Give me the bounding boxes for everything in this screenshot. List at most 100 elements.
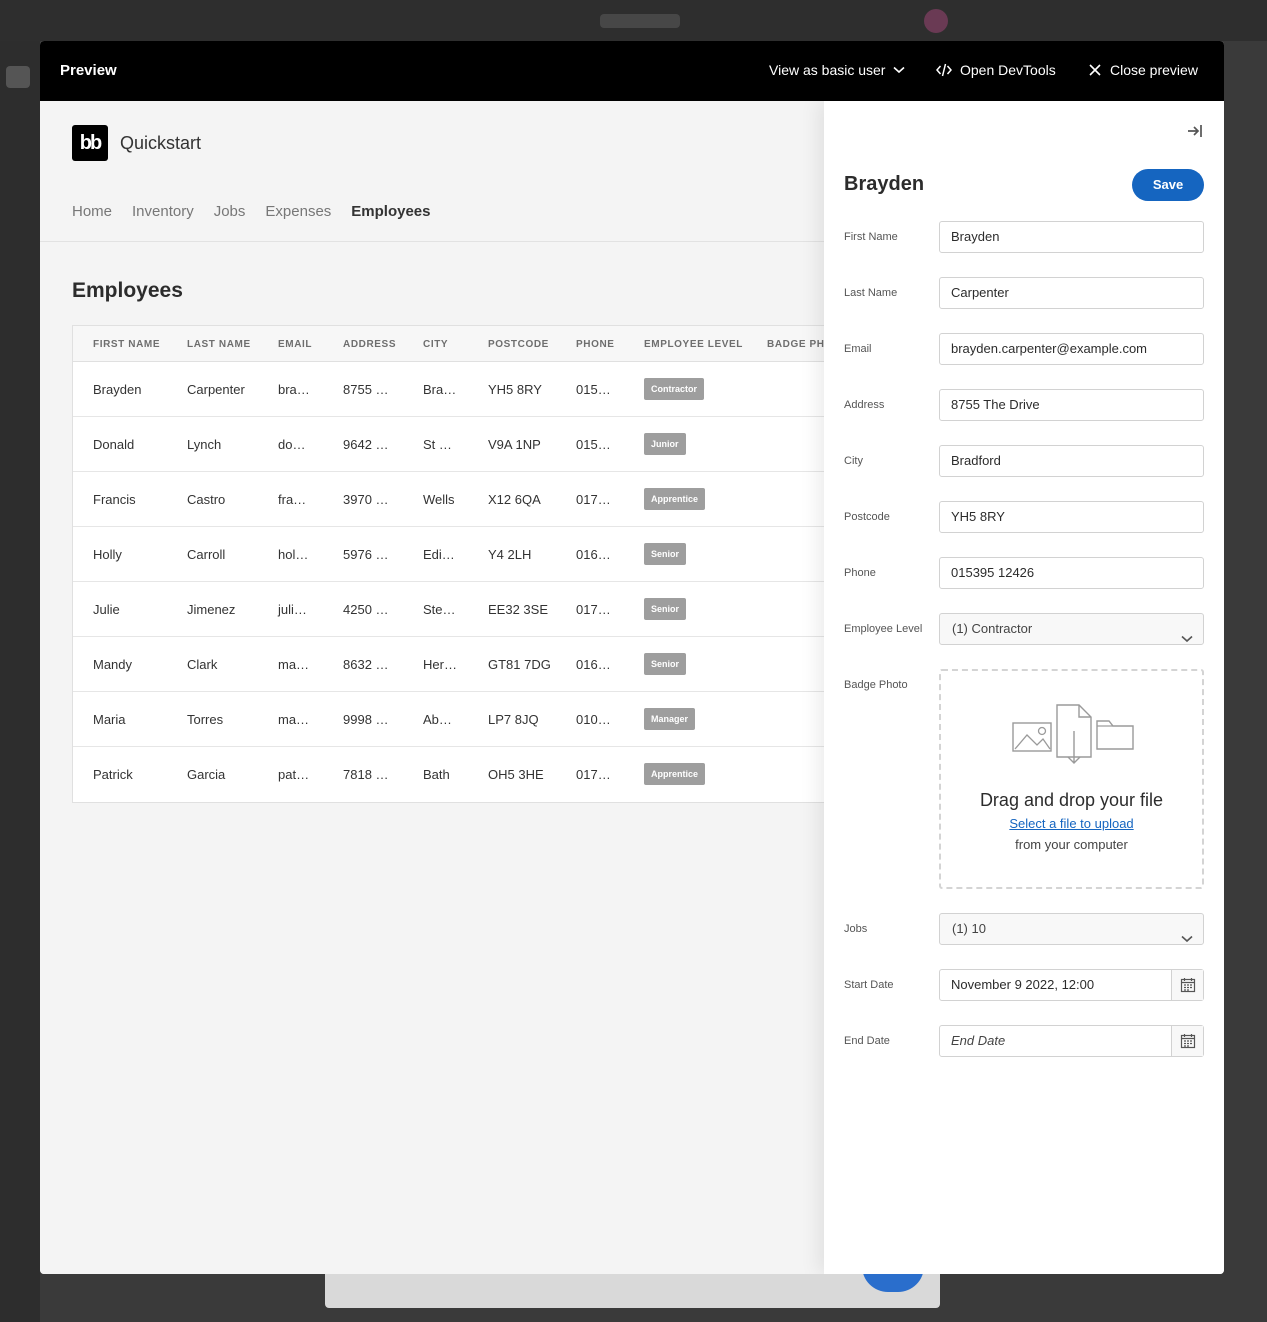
nav-item-jobs[interactable]: Jobs: [214, 203, 246, 220]
app-nav: Home Inventory Jobs Expenses Employees: [72, 203, 431, 220]
nav-item-inventory[interactable]: Inventory: [132, 203, 194, 220]
cell-city: Wells: [423, 492, 455, 507]
cell-first-name: Holly: [93, 547, 122, 562]
email-label: Email: [844, 343, 872, 355]
cell-last-name: Clark: [187, 657, 218, 672]
calendar-icon[interactable]: [1171, 1026, 1203, 1056]
postcode-label: Postcode: [844, 511, 890, 523]
level-badge: Apprentice: [644, 488, 706, 510]
city-field[interactable]: Bradford: [939, 445, 1204, 477]
first-name-field[interactable]: Brayden: [939, 221, 1204, 253]
start-date-input[interactable]: November 9 2022, 12:00: [951, 970, 1094, 1000]
builder-bottom-panel: [325, 1270, 940, 1308]
column-header-postcode[interactable]: POSTCODE: [488, 339, 549, 350]
level-badge: Manager: [644, 708, 696, 730]
cell-email: do…: [278, 437, 306, 452]
cell-postcode: OH5 3HE: [488, 767, 544, 782]
table-row[interactable]: Donald Lynch do… 9642 … St … V9A 1NP 015…: [73, 417, 824, 472]
app-area: bb Quickstart Home Inventory Jobs Expens…: [40, 101, 832, 1274]
cell-first-name: Brayden: [93, 382, 142, 397]
builder-side-icon: [6, 66, 30, 88]
dropzone-title: Drag and drop your file: [979, 790, 1164, 810]
cell-first-name: Patrick: [93, 767, 133, 782]
view-as-dropdown[interactable]: View as basic user: [769, 62, 906, 78]
end-date-field: End Date: [939, 1025, 1204, 1057]
cell-address: 9998 …: [343, 712, 389, 727]
cell-last-name: Carpenter: [187, 382, 245, 397]
column-header-last-name[interactable]: LAST NAME: [187, 339, 251, 350]
phone-label: Phone: [844, 567, 876, 579]
table-row[interactable]: Holly Carroll hol… 5976 … Edi… Y4 2LH 01…: [73, 527, 824, 582]
table-row[interactable]: Patrick Garcia pat… 7818 … Bath OH5 3HE …: [73, 747, 824, 802]
close-preview-button[interactable]: Close preview: [1088, 62, 1198, 78]
phone-field[interactable]: 015395 12426: [939, 557, 1204, 589]
app-name[interactable]: Quickstart: [120, 133, 201, 154]
cell-address: 9642 …: [343, 437, 389, 452]
level-badge: Contractor: [644, 378, 705, 400]
builder-sidebar: [0, 41, 40, 1322]
cell-last-name: Jimenez: [187, 602, 236, 617]
select-file-link[interactable]: Select a file to upload: [941, 816, 1202, 831]
column-header-address[interactable]: ADDRESS: [343, 339, 396, 350]
level-badge: Senior: [644, 653, 687, 675]
end-date-input[interactable]: End Date: [951, 1026, 1005, 1056]
cell-address: 4250 …: [343, 602, 389, 617]
last-name-field[interactable]: Carpenter: [939, 277, 1204, 309]
cell-postcode: Y4 2LH: [488, 547, 532, 562]
column-header-phone[interactable]: PHONE: [576, 339, 615, 350]
cell-postcode: V9A 1NP: [488, 437, 541, 452]
nav-item-employees[interactable]: Employees: [351, 203, 430, 220]
table-row[interactable]: Brayden Carpenter bra… 8755 … Bra… YH5 8…: [73, 362, 824, 417]
cell-city: Ste…: [423, 602, 456, 617]
cell-last-name: Garcia: [187, 767, 226, 782]
close-preview-label: Close preview: [1110, 62, 1198, 78]
cell-last-name: Torres: [187, 712, 224, 727]
cell-last-name: Castro: [187, 492, 226, 507]
table-row[interactable]: Julie Jimenez juli… 4250 … Ste… EE32 3SE…: [73, 582, 824, 637]
column-header-email[interactable]: EMAIL: [278, 339, 312, 350]
cell-first-name: Francis: [93, 492, 136, 507]
jobs-label: Jobs: [844, 923, 868, 935]
column-header-employee-level[interactable]: EMPLOYEE LEVEL: [644, 339, 743, 350]
builder-title-blur: [600, 14, 680, 28]
nav-item-home[interactable]: Home: [72, 203, 112, 220]
preview-title: Preview: [60, 62, 117, 79]
table-row[interactable]: Maria Torres ma… 9998 … Ab… LP7 8JQ 010……: [73, 692, 824, 747]
level-badge: Senior: [644, 598, 687, 620]
employee-level-select[interactable]: (1) Contractor: [939, 613, 1204, 645]
badge-photo-dropzone[interactable]: Drag and drop your file Select a file to…: [939, 669, 1204, 889]
nav-item-expenses[interactable]: Expenses: [265, 203, 331, 220]
cell-phone: 010…: [576, 712, 611, 727]
table-row[interactable]: Francis Castro fra… 3970 … Wells X12 6QA…: [73, 472, 824, 527]
open-devtools-button[interactable]: Open DevTools: [936, 62, 1056, 78]
column-header-city[interactable]: CITY: [423, 339, 448, 350]
cell-email: hol…: [278, 547, 309, 562]
column-header-first-name[interactable]: FIRST NAME: [93, 339, 160, 350]
email-field[interactable]: brayden.carpenter@example.com: [939, 333, 1204, 365]
cell-city: Ab…: [423, 712, 452, 727]
address-label: Address: [844, 399, 885, 411]
employees-table: FIRST NAME LAST NAME EMAIL ADDRESS CITY …: [72, 325, 832, 803]
cell-last-name: Carroll: [187, 547, 226, 562]
chevron-down-icon: [893, 66, 906, 74]
cell-city: St …: [423, 437, 452, 452]
save-button[interactable]: Save: [1132, 169, 1204, 201]
collapse-panel-icon[interactable]: [1186, 123, 1204, 144]
postcode-field[interactable]: YH5 8RY: [939, 501, 1204, 533]
table-header: FIRST NAME LAST NAME EMAIL ADDRESS CITY …: [73, 326, 832, 362]
app-header: bb Quickstart Home Inventory Jobs Expens…: [40, 101, 824, 242]
cell-email: ma…: [278, 657, 310, 672]
cell-address: 8632 …: [343, 657, 389, 672]
cell-email: juli…: [278, 602, 307, 617]
jobs-select[interactable]: (1) 10: [939, 913, 1204, 945]
address-field[interactable]: 8755 The Drive: [939, 389, 1204, 421]
cell-first-name: Julie: [93, 602, 120, 617]
cell-phone: 015…: [576, 437, 611, 452]
cell-postcode: X12 6QA: [488, 492, 541, 507]
calendar-icon[interactable]: [1171, 970, 1203, 1000]
app-logo[interactable]: bb: [72, 125, 108, 161]
cell-email: ma…: [278, 712, 310, 727]
first-name-label: First Name: [844, 231, 898, 243]
table-row[interactable]: Mandy Clark ma… 8632 … Her… GT81 7DG 016…: [73, 637, 824, 692]
cell-postcode: EE32 3SE: [488, 602, 548, 617]
